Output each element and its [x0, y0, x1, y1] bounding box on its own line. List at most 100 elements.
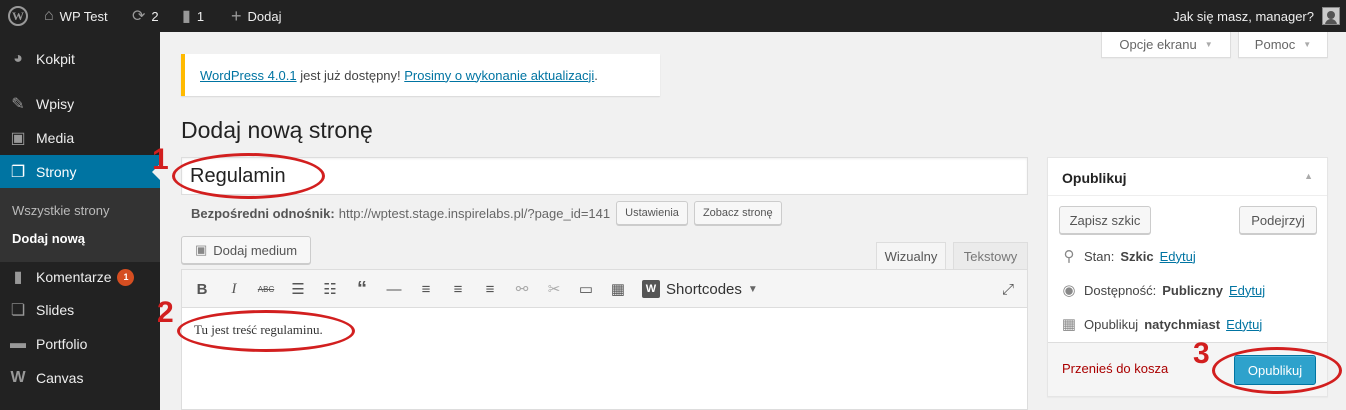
save-draft-button[interactable]: Zapisz szkic: [1059, 206, 1151, 234]
schedule-row: ▦ Opublikuj natychmiast Edytuj: [1060, 314, 1262, 334]
new-content-link[interactable]: + Dodaj: [231, 0, 281, 32]
sidebar-item-portfolio[interactable]: ▬ Portfolio: [0, 327, 160, 361]
visibility-value: Publiczny: [1162, 282, 1223, 298]
pin-icon: ⚲: [1063, 248, 1075, 265]
admin-bar: W ⌂ WP Test ⟳ 2 ▮ 1 + Dodaj Jak się masz…: [0, 0, 1346, 32]
fullscreen-icon[interactable]: ⤢: [998, 279, 1018, 299]
tab-visual[interactable]: Wizualny: [876, 242, 946, 270]
annotation-number: 3: [1193, 337, 1210, 370]
annotation-number: 1: [152, 143, 169, 176]
comments-count: 1: [196, 8, 205, 24]
edit-schedule-link[interactable]: Edytuj: [1226, 317, 1262, 332]
blockquote-icon[interactable]: “: [352, 278, 372, 300]
add-media-button[interactable]: ▣ Dodaj medium: [181, 236, 311, 264]
comment-icon: ▮: [182, 8, 191, 25]
sidebar-item-slides[interactable]: ❏ Slides: [0, 293, 160, 327]
home-icon: ⌂: [44, 7, 54, 24]
permalink-settings-button[interactable]: Ustawienia: [616, 201, 688, 225]
strikethrough-icon[interactable]: ABC: [256, 279, 276, 299]
visibility-row: ◉ Dostępność: Publiczny Edytuj: [1060, 280, 1265, 300]
site-name-link[interactable]: ⌂ WP Test: [44, 0, 108, 32]
status-label: Stan:: [1084, 248, 1115, 264]
view-page-button[interactable]: Zobacz stronę: [693, 201, 782, 225]
submenu-all-pages[interactable]: Wszystkie strony: [12, 203, 110, 218]
updates-link[interactable]: ⟳ 2: [132, 0, 159, 32]
update-link[interactable]: Prosimy o wykonanie aktualizacji: [404, 68, 594, 83]
comments-icon: ▮: [13, 269, 23, 286]
annotation-ellipse: [172, 153, 325, 199]
read-more-icon[interactable]: ▭: [576, 279, 596, 299]
permalink-label: Bezpośredni odnośnik:: [191, 205, 335, 221]
plus-icon: +: [231, 5, 242, 26]
annotation-ellipse: [177, 310, 355, 352]
version-link[interactable]: WordPress 4.0.1: [200, 68, 297, 83]
screen-options-button[interactable]: Opcje ekranu ▼: [1101, 32, 1231, 58]
link-icon[interactable]: ⚯: [512, 279, 532, 299]
slides-icon: ❏: [10, 302, 26, 319]
shortcodes-label: Shortcodes: [666, 280, 742, 298]
preview-button[interactable]: Podejrzyj: [1239, 206, 1317, 234]
sidebar-item-label: Portfolio: [36, 336, 88, 352]
align-right-icon[interactable]: ≡: [480, 279, 500, 299]
submenu-add-new[interactable]: Dodaj nową: [12, 231, 85, 246]
new-label: Dodaj: [247, 8, 282, 24]
wordpress-logo-icon[interactable]: W: [8, 0, 28, 32]
horizontal-line-icon[interactable]: —: [384, 279, 404, 299]
bullet-list-icon[interactable]: ☰: [288, 279, 308, 299]
help-label: Pomoc: [1254, 37, 1296, 52]
sidebar-item-label: Canvas: [36, 370, 84, 386]
schedule-value: natychmiast: [1144, 316, 1221, 332]
chevron-down-icon: ▼: [747, 283, 758, 295]
status-value: Szkic: [1120, 248, 1154, 264]
move-to-trash-link[interactable]: Przenieś do kosza: [1062, 361, 1168, 376]
annotation-ellipse: [1212, 347, 1342, 394]
sidebar-item-media[interactable]: ▣ Media: [0, 121, 160, 155]
dashboard-icon: ◕: [13, 50, 23, 67]
pin-icon: ✎: [11, 96, 25, 113]
numbered-list-icon[interactable]: ☷: [320, 279, 340, 299]
add-media-label: Dodaj medium: [213, 242, 298, 258]
sidebar-item-label: Komentarze: [36, 269, 112, 285]
annotation-number: 2: [157, 296, 174, 329]
sidebar-item-komentarze[interactable]: ▮ Komentarze 1: [0, 260, 160, 294]
status-row: ⚲ Stan: Szkic Edytuj: [1060, 246, 1196, 266]
site-name: WP Test: [59, 8, 108, 24]
sidebar-item-canvas[interactable]: W Canvas: [0, 361, 160, 395]
update-notice: WordPress 4.0.1 jest już dostępny! Prosi…: [181, 54, 660, 96]
comments-link[interactable]: ▮ 1: [182, 0, 204, 32]
sidebar-item-strony[interactable]: ❐ Strony: [0, 155, 160, 189]
notice-end: .: [594, 67, 598, 83]
pages-submenu: Wszystkie strony Dodaj nową: [0, 188, 160, 262]
notice-text: jest już dostępny!: [296, 67, 405, 83]
shortcodes-icon: W: [642, 280, 660, 298]
media-icon: ▣: [194, 242, 208, 257]
page-title: Dodaj nową stronę: [181, 117, 373, 143]
edit-visibility-link[interactable]: Edytuj: [1229, 283, 1265, 298]
edit-status-link[interactable]: Edytuj: [1160, 249, 1196, 264]
chevron-down-icon: ▼: [1303, 40, 1312, 49]
chevron-down-icon: ▼: [1204, 40, 1213, 49]
sidebar-item-kokpit[interactable]: ◕ Kokpit: [0, 42, 160, 76]
align-center-icon[interactable]: ≡: [448, 279, 468, 299]
greeting: Jak się masz, manager?: [1173, 8, 1314, 24]
media-icon: ▣: [10, 130, 26, 147]
shortcodes-dropdown[interactable]: W Shortcodes ▼: [642, 278, 758, 300]
editor-toolbar: B I ABC ☰ ☷ “ — ≡ ≡ ≡ ⚯ ✂ ▭ ▦ W Shortcod…: [182, 270, 1027, 308]
italic-icon[interactable]: I: [224, 279, 244, 299]
screen-options-label: Opcje ekranu: [1119, 37, 1197, 52]
align-left-icon[interactable]: ≡: [416, 279, 436, 299]
bold-icon[interactable]: B: [192, 279, 212, 299]
help-button[interactable]: Pomoc ▼: [1238, 32, 1328, 58]
unlink-icon[interactable]: ✂: [544, 279, 564, 299]
chevron-up-icon[interactable]: ▲: [1304, 171, 1313, 181]
toolbar-toggle-icon[interactable]: ▦: [608, 279, 628, 299]
publish-header[interactable]: Opublikuj ▲: [1048, 158, 1327, 196]
sidebar-item-label: Kokpit: [36, 51, 75, 67]
tab-text[interactable]: Tekstowy: [953, 242, 1028, 270]
visibility-label: Dostępność:: [1084, 282, 1157, 298]
calendar-icon: ▦: [1061, 316, 1077, 333]
sidebar-item-wpisy[interactable]: ✎ Wpisy: [0, 87, 160, 121]
user-account[interactable]: Jak się masz, manager?: [1173, 0, 1340, 32]
admin-sidebar: ◕ Kokpit ✎ Wpisy ▣ Media ❐ Strony Wszyst…: [0, 32, 160, 410]
sidebar-item-label: Media: [36, 130, 75, 146]
